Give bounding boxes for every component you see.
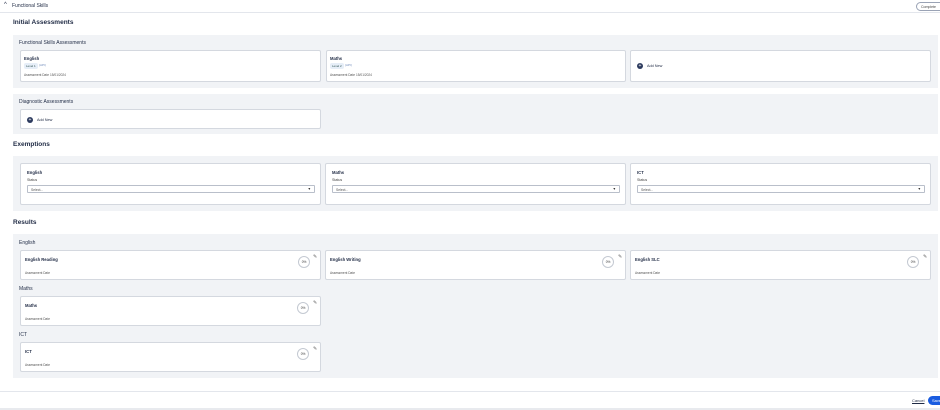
score-badge: 0%	[602, 256, 614, 268]
add-new-assessment-card[interactable]: + Add New	[630, 50, 931, 82]
status-select[interactable]: Select... ▼	[637, 185, 925, 193]
add-new-label: Add New	[647, 64, 663, 68]
result-card-maths: Maths Assessment Date 0% ✎	[20, 296, 321, 326]
result-title: English Writing	[330, 257, 361, 262]
result-card-english-reading: English Reading Assessment Date 0% ✎	[20, 250, 321, 280]
results-group-ict: ICT	[19, 332, 28, 338]
assessment-date-label: Assessment Date	[635, 271, 660, 275]
caret-down-icon: ▼	[307, 187, 311, 191]
pencil-icon[interactable]: ✎	[313, 346, 317, 352]
section-header: ^ Functional Skills Complete	[0, 0, 940, 13]
level-badge: Level 1	[24, 63, 38, 69]
save-button[interactable]: Save	[928, 396, 940, 405]
result-title: English SLC	[635, 257, 660, 262]
level-badge: Level 2	[330, 63, 344, 69]
assessment-card-english[interactable]: English Level 1 (API) Assessment Date 15…	[20, 50, 321, 82]
results-heading: Results	[13, 219, 37, 226]
assessment-date-label: Assessment Date	[24, 73, 49, 77]
assessment-date: 15/01/2024	[356, 73, 372, 77]
exemption-title: Maths	[332, 170, 345, 175]
plus-icon: +	[27, 117, 33, 123]
card-title: Maths	[330, 56, 343, 61]
status-button[interactable]: Complete	[916, 2, 940, 11]
exemption-card-ict: ICT Status Select... ▼	[630, 163, 931, 205]
status-label: Status	[637, 178, 648, 182]
assessment-date-label: Assessment Date	[25, 271, 50, 275]
chevron-up-icon[interactable]: ^	[4, 2, 7, 8]
caret-down-icon: ▼	[917, 187, 921, 191]
card-title: English	[24, 56, 40, 61]
diagnostic-section: Diagnostic Assessments + Add New	[13, 94, 938, 134]
score-badge: 0%	[298, 256, 310, 268]
results-group-maths: Maths	[19, 286, 33, 292]
form-footer: Cancel Save	[0, 391, 940, 408]
result-card-english-slc: English SLC Assessment Date 0% ✎	[630, 250, 931, 280]
pencil-icon[interactable]: ✎	[313, 254, 317, 260]
exemption-title: English	[27, 170, 43, 175]
pencil-icon[interactable]: ✎	[313, 300, 317, 306]
result-card-english-writing: English Writing Assessment Date 0% ✎	[325, 250, 626, 280]
exemption-card-english: English Status Select... ▼	[20, 163, 321, 205]
add-new-label: Add New	[37, 118, 53, 122]
score-badge: 0%	[297, 348, 309, 360]
assessment-date: 15/01/2024	[50, 73, 66, 77]
assessment-date-label: Assessment Date	[25, 363, 50, 367]
pencil-icon[interactable]: ✎	[923, 254, 927, 260]
exemptions-heading: Exemptions	[13, 141, 50, 148]
score-badge: 0%	[907, 256, 919, 268]
select-placeholder: Select...	[641, 187, 654, 192]
status-label: Status	[27, 178, 38, 182]
result-title: English Reading	[25, 257, 58, 262]
diagnostic-subheading: Diagnostic Assessments	[19, 99, 74, 105]
exemption-card-maths: Maths Status Select... ▼	[325, 163, 626, 205]
caret-down-icon: ▼	[612, 187, 616, 191]
assessment-card-maths[interactable]: Maths Level 2 (API) Assessment Date 15/0…	[326, 50, 626, 82]
level-tag: (API)	[39, 63, 46, 67]
exemptions-section: English Status Select... ▼ Maths Status …	[13, 156, 938, 211]
status-select[interactable]: Select... ▼	[332, 185, 620, 193]
status-label: Status	[332, 178, 343, 182]
exemption-title: ICT	[637, 170, 644, 175]
select-placeholder: Select...	[336, 187, 349, 192]
plus-icon: +	[637, 63, 643, 69]
result-title: Maths	[25, 303, 38, 308]
pencil-icon[interactable]: ✎	[618, 254, 622, 260]
select-placeholder: Select...	[31, 187, 44, 192]
functional-skills-section: Functional Skills Assessments English Le…	[13, 35, 938, 88]
results-section: English English Reading Assessment Date …	[13, 234, 938, 378]
level-tag: (API)	[345, 63, 352, 67]
section-title: Functional Skills	[12, 3, 49, 9]
add-new-diagnostic-card[interactable]: + Add New	[20, 109, 321, 129]
assessment-date-label: Assessment Date	[330, 271, 355, 275]
assessment-date-label: Assessment Date	[330, 73, 355, 77]
result-card-ict: ICT Assessment Date 0% ✎	[20, 342, 321, 372]
results-group-english: English	[19, 240, 36, 246]
functional-skills-subheading: Functional Skills Assessments	[19, 40, 86, 46]
status-select[interactable]: Select... ▼	[27, 185, 315, 193]
initial-assessments-heading: Initial Assessments	[13, 19, 74, 26]
cancel-link[interactable]: Cancel	[912, 398, 924, 403]
assessment-date-label: Assessment Date	[25, 317, 50, 321]
result-title: ICT	[25, 349, 32, 354]
score-badge: 0%	[297, 302, 309, 314]
